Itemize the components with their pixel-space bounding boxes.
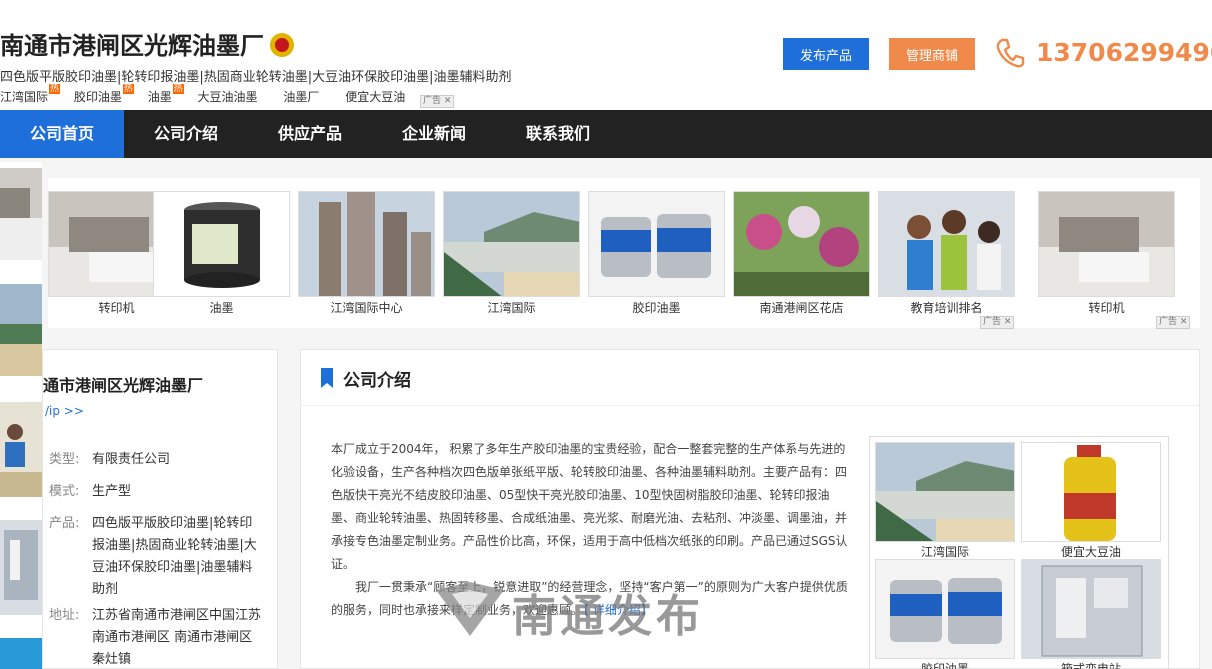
publish-product-button[interactable]: 发布产品 — [783, 38, 869, 70]
nav-contact[interactable]: 联系我们 — [496, 110, 620, 158]
shop-title[interactable]: 南通市港闸区光辉油墨厂 — [0, 26, 294, 61]
product-strip: 转印机 油墨 江湾国际中心 江湾国际 胶印油墨 南通港闸区花店 教育培训排名 转… — [48, 178, 1200, 329]
strip-item[interactable]: 江湾国际中心 — [298, 191, 435, 316]
info-value: 生产型 — [92, 484, 132, 499]
gallery-thumb[interactable] — [1021, 559, 1161, 659]
section-title: 公司介绍 — [343, 371, 411, 391]
side-photo-classroom[interactable] — [0, 402, 42, 497]
section-header: 公司介绍 — [301, 350, 1199, 406]
strip-item[interactable]: 教育培训排名 — [878, 191, 1015, 316]
ad-marker[interactable]: 广告 ✕ — [1156, 316, 1191, 329]
nav-home[interactable]: 公司首页 — [0, 110, 124, 158]
side-photo-factory[interactable] — [0, 520, 42, 615]
nav-products[interactable]: 供应产品 — [248, 110, 372, 158]
info-key: 产品: — [49, 516, 80, 531]
strip-label[interactable]: 油墨 — [153, 299, 290, 316]
hot-link[interactable]: 便宜大豆油 — [345, 90, 405, 104]
info-value: 有限责任公司 — [92, 452, 171, 467]
gallery-label[interactable]: 江湾国际 — [875, 543, 1015, 560]
watermark: 南通发布 — [432, 578, 792, 648]
watermark-text: 南通发布 — [512, 591, 704, 642]
vip-link[interactable]: /ip >> — [45, 404, 84, 418]
strip-item[interactable]: 南通港闸区花店 — [733, 191, 870, 316]
strip-thumb[interactable] — [443, 191, 580, 297]
hot-link[interactable]: 油墨热 — [148, 84, 184, 104]
main-nav: 公司首页 公司介绍 供应产品 企业新闻 联系我们 — [0, 110, 1212, 158]
strip-item[interactable]: 油墨 — [153, 191, 290, 316]
gallery-thumb[interactable] — [1021, 442, 1161, 542]
strip-item[interactable]: 胶印油墨 — [588, 191, 725, 316]
info-value: 江苏省南通市港闸区中国江苏 南通市港闸区 南通市港闸区秦灶镇 — [92, 608, 262, 667]
strip-thumb[interactable] — [733, 191, 870, 297]
bookmark-icon — [321, 368, 333, 388]
hot-badge: 热 — [172, 84, 184, 94]
police-badge-icon — [270, 33, 294, 57]
gallery-label[interactable]: 箱式变电站 — [1021, 660, 1161, 669]
left-photo-column — [0, 162, 42, 669]
strip-thumb[interactable] — [1038, 191, 1175, 297]
intro-gallery: 江湾国际 便宜大豆油 胶印油墨 箱式变电站 — [869, 436, 1169, 669]
strip-item[interactable]: 转印机 — [1038, 191, 1175, 316]
gallery-thumb[interactable] — [875, 442, 1015, 542]
strip-label[interactable]: 江湾国际 — [443, 299, 580, 316]
info-key: 模式: — [49, 484, 80, 499]
strip-thumb[interactable] — [588, 191, 725, 297]
ad-marker[interactable]: 广告 ✕ — [420, 95, 455, 108]
hot-link[interactable]: 油墨厂 — [283, 90, 319, 104]
info-key: 类型: — [49, 452, 80, 467]
strip-thumb[interactable] — [153, 191, 290, 297]
side-photo-machine[interactable] — [0, 168, 42, 260]
info-value: 四色版平版胶印油墨|轮转印报油墨|热固商业轮转油墨|大豆油环保胶印油墨|油墨辅料… — [92, 516, 257, 597]
strip-thumb[interactable] — [878, 191, 1015, 297]
company-info-card: 通市港闸区光辉油墨厂 /ip >> 类型: 有限责任公司 模式: 生产型 产品:… — [42, 349, 278, 669]
strip-label[interactable]: 江湾国际中心 — [298, 299, 435, 316]
phone-number[interactable]: 13706299490 — [1036, 38, 1212, 67]
shop-description: 四色版平版胶印油墨|轮转印报油墨|热固商业轮转油墨|大豆油环保胶印油墨|油墨辅料… — [0, 70, 512, 85]
hot-link[interactable]: 胶印油墨热 — [74, 84, 134, 104]
gallery-thumb[interactable] — [875, 559, 1015, 659]
watermark-logo-icon — [436, 582, 504, 636]
hot-link[interactable]: 大豆油油墨 — [198, 90, 258, 104]
strip-label[interactable]: 南通港闸区花店 — [733, 299, 870, 316]
hot-badge: 热 — [49, 84, 61, 94]
side-photo-coast[interactable] — [0, 284, 42, 376]
strip-label[interactable]: 教育培训排名 — [878, 299, 1015, 316]
gallery-item[interactable]: 箱式变电站 — [1021, 559, 1161, 669]
gallery-item[interactable]: 江湾国际 — [875, 442, 1015, 560]
strip-label[interactable]: 胶印油墨 — [588, 299, 725, 316]
company-name[interactable]: 通市港闸区光辉油墨厂 — [43, 372, 203, 396]
hot-badge: 热 — [122, 84, 134, 94]
gallery-item[interactable]: 胶印油墨 — [875, 559, 1015, 669]
page-header: 南通市港闸区光辉油墨厂 四色版平版胶印油墨|轮转印报油墨|热固商业轮转油墨|大豆… — [0, 0, 1212, 110]
strip-item[interactable]: 江湾国际 — [443, 191, 580, 316]
strip-label[interactable]: 转印机 — [1038, 299, 1175, 316]
shop-title-text[interactable]: 南通市港闸区光辉油墨厂 — [0, 32, 264, 60]
nav-company-intro[interactable]: 公司介绍 — [124, 110, 248, 158]
gallery-label[interactable]: 便宜大豆油 — [1021, 543, 1161, 560]
info-key: 地址: — [49, 608, 80, 623]
intro-paragraph: 本厂成立于2004年， 积累了多年生产胶印油墨的宝贵经验，配合一整套完整的生产体… — [331, 442, 848, 571]
gallery-item[interactable]: 便宜大豆油 — [1021, 442, 1161, 560]
manage-shop-button[interactable]: 管理商铺 — [889, 38, 975, 70]
ad-marker[interactable]: 广告 ✕ — [980, 316, 1015, 329]
hot-links: 江湾国际热 胶印油墨热 油墨热 大豆油油墨 油墨厂 便宜大豆油 — [0, 84, 427, 105]
strip-thumb[interactable] — [298, 191, 435, 297]
phone-icon — [996, 38, 1025, 68]
gallery-label[interactable]: 胶印油墨 — [875, 660, 1015, 669]
nav-news[interactable]: 企业新闻 — [372, 110, 496, 158]
side-photo-misc[interactable] — [0, 638, 42, 669]
hot-link[interactable]: 江湾国际热 — [0, 84, 61, 104]
